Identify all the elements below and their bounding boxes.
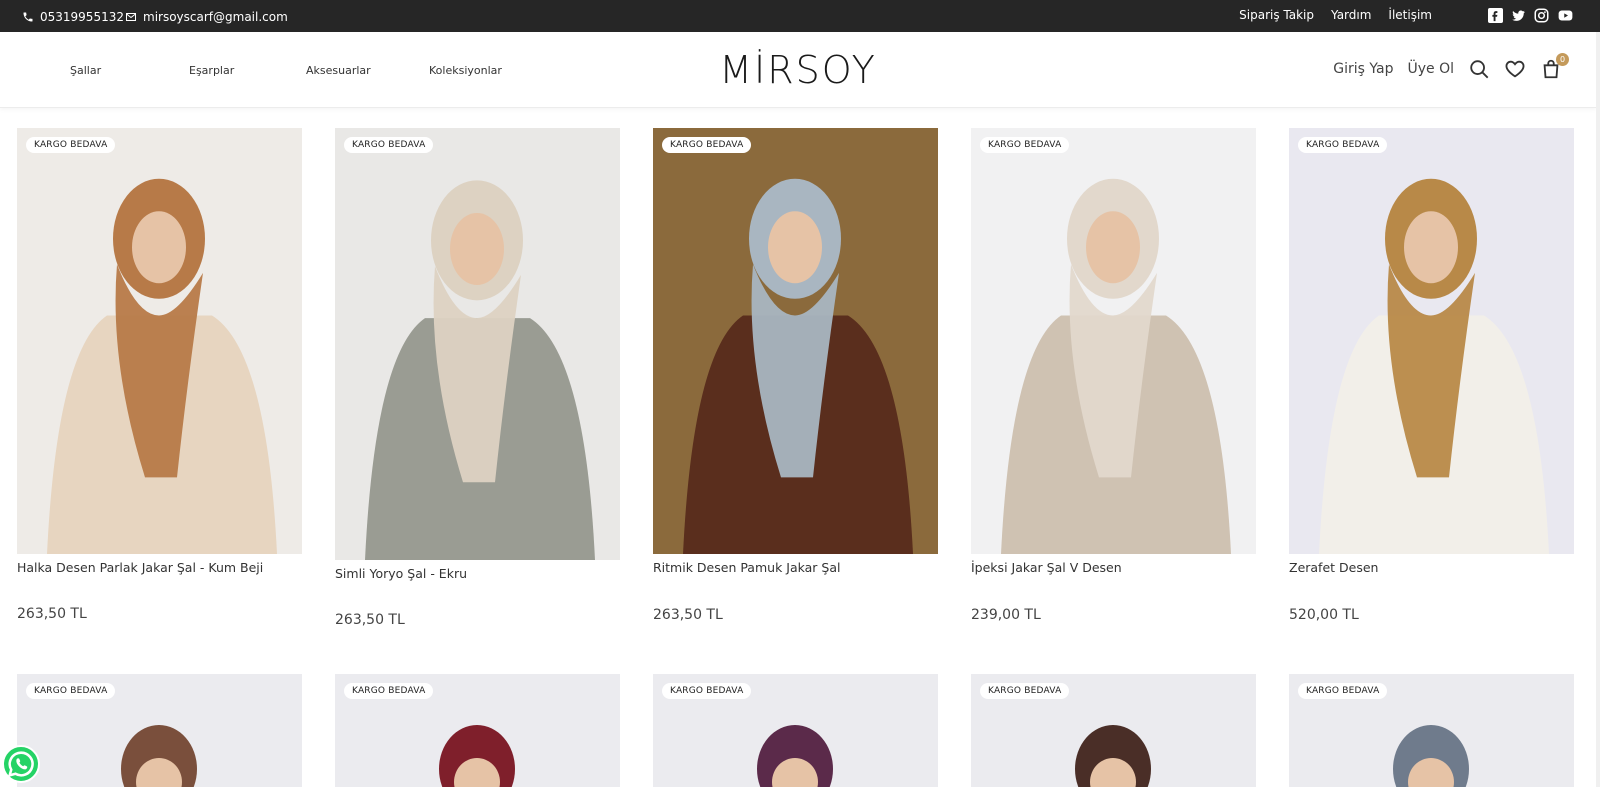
help-link[interactable]: Yardım (1331, 8, 1371, 22)
search-icon[interactable] (1468, 58, 1490, 80)
social-links (1488, 8, 1573, 23)
product-card[interactable]: KARGO BEDAVA (971, 674, 1256, 787)
product-card[interactable]: KARGO BEDAVA (335, 674, 620, 787)
free-shipping-badge: KARGO BEDAVA (662, 683, 752, 699)
product-card[interactable]: KARGO BEDAVA İpeksi Jakar Şal V Desen 23… (971, 128, 1256, 627)
free-shipping-badge: KARGO BEDAVA (1298, 683, 1388, 699)
mail-icon (126, 13, 136, 21)
product-image[interactable] (335, 128, 620, 560)
product-image[interactable] (1289, 128, 1574, 554)
header-actions: Giriş Yap Üye Ol 0 (1333, 53, 1569, 80)
login-link[interactable]: Giriş Yap (1333, 61, 1393, 77)
top-bar: 05319955132 mirsoyscarf@gmail.com Sipari… (0, 0, 1600, 32)
product-price: 263,50 TL (335, 612, 405, 628)
cart-icon[interactable]: 0 (1540, 53, 1569, 80)
main-header: Şallar Eşarplar Aksesuarlar Koleksiyonla… (0, 32, 1596, 108)
product-price: 263,50 TL (17, 606, 87, 622)
free-shipping-badge: KARGO BEDAVA (980, 137, 1070, 153)
product-name[interactable]: Halka Desen Parlak Jakar Şal - Kum Beji (17, 560, 263, 575)
product-image[interactable] (653, 128, 938, 554)
product-image[interactable] (971, 128, 1256, 554)
phone-number: 05319955132 (40, 10, 124, 24)
phone-contact[interactable]: 05319955132 (22, 10, 124, 24)
facebook-icon[interactable] (1488, 8, 1503, 23)
product-name[interactable]: İpeksi Jakar Şal V Desen (971, 560, 1122, 575)
free-shipping-badge: KARGO BEDAVA (662, 137, 752, 153)
phone-icon (23, 12, 33, 22)
whatsapp-icon (7, 751, 34, 778)
product-name[interactable]: Simli Yoryo Şal - Ekru (335, 566, 467, 581)
product-image[interactable] (17, 128, 302, 554)
free-shipping-badge: KARGO BEDAVA (26, 137, 116, 153)
page-scrollbar[interactable] (1596, 32, 1600, 787)
product-card[interactable]: KARGO BEDAVA (1289, 674, 1574, 787)
product-card[interactable]: KARGO BEDAVA Ritmik Desen Pamuk Jakar Şa… (653, 128, 938, 627)
order-tracking-link[interactable]: Sipariş Takip (1239, 8, 1314, 22)
free-shipping-badge: KARGO BEDAVA (344, 683, 434, 699)
product-card[interactable]: KARGO BEDAVA Halka Desen Parlak Jakar Şa… (17, 128, 302, 626)
product-price: 239,00 TL (971, 607, 1041, 623)
product-name[interactable]: Ritmik Desen Pamuk Jakar Şal (653, 560, 841, 575)
topbar-links: Sipariş Takip Yardım İletişim (1239, 8, 1432, 22)
whatsapp-chat-button[interactable] (2, 745, 40, 783)
register-link[interactable]: Üye Ol (1407, 61, 1454, 77)
product-price: 520,00 TL (1289, 607, 1359, 623)
heart-icon[interactable] (1504, 58, 1526, 80)
instagram-icon[interactable] (1534, 8, 1549, 23)
twitter-icon[interactable] (1511, 8, 1526, 23)
email-contact[interactable]: mirsoyscarf@gmail.com (125, 10, 288, 24)
product-price: 263,50 TL (653, 607, 723, 623)
contact-link[interactable]: İletişim (1388, 8, 1432, 22)
free-shipping-badge: KARGO BEDAVA (980, 683, 1070, 699)
product-card[interactable]: KARGO BEDAVA Zerafet Desen 520,00 TL (1289, 128, 1574, 627)
email-address: mirsoyscarf@gmail.com (143, 10, 288, 24)
free-shipping-badge: KARGO BEDAVA (1298, 137, 1388, 153)
product-card[interactable]: KARGO BEDAVA (17, 674, 302, 787)
cart-count-badge: 0 (1556, 53, 1569, 66)
youtube-icon[interactable] (1557, 8, 1573, 23)
product-card[interactable]: KARGO BEDAVA (653, 674, 938, 787)
free-shipping-badge: KARGO BEDAVA (344, 137, 434, 153)
free-shipping-badge: KARGO BEDAVA (26, 683, 116, 699)
product-card[interactable]: KARGO BEDAVA Simli Yoryo Şal - Ekru 263,… (335, 128, 620, 632)
product-name[interactable]: Zerafet Desen (1289, 560, 1378, 575)
